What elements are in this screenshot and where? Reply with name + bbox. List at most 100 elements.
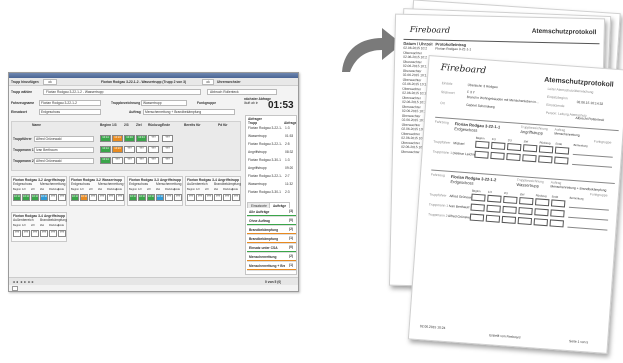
card-time-cell[interactable]: ???: [49, 194, 57, 201]
member-time-cell[interactable]: ???: [162, 135, 173, 142]
section-name: Michael: [453, 141, 465, 146]
member-name-field[interactable]: Alfred Grünewald: [34, 136, 94, 142]
trupp-card[interactable]: Florian Rodgau 3-30-1AngriffstruppErdges…: [127, 176, 183, 206]
card-col-header: Ziel: [40, 188, 45, 191]
filter-item[interactable]: Menschenrettung (2): [247, 254, 296, 262]
member-time-cell[interactable]: 10:14: [100, 157, 111, 164]
filter-item[interactable]: Brandbekämpfung (2): [247, 227, 296, 235]
log-first-entry: Florian Rodgau 3-22-1-1: [435, 46, 472, 52]
abfrage-trupp[interactable]: Wassertrupp: [248, 134, 282, 138]
log-title: Atemschutzprotokoll: [531, 27, 597, 37]
card-time-cell[interactable]: ???: [223, 194, 231, 201]
abfrage-trupp[interactable]: Florian Rodgau 3-30-1: [248, 158, 282, 162]
card-time-cell[interactable]: ???: [214, 194, 222, 201]
ok-button[interactable]: ok: [202, 79, 214, 85]
fahrzeug-field[interactable]: Florian Rodgau 3-22-1-2: [39, 100, 101, 106]
card-time-cell[interactable]: 10:14: [40, 194, 48, 201]
card-time-cell[interactable]: ???: [58, 230, 66, 237]
trupp-card[interactable]: Florian Rodgau 3-22-1-2WassertruppErdges…: [69, 176, 125, 206]
abfragen-col-abfrage: Abfrage: [284, 121, 297, 125]
card-time-cell[interactable]: ???: [31, 230, 39, 237]
member-time-cell[interactable]: ???: [124, 157, 135, 164]
member-time-cell[interactable]: ???: [148, 157, 159, 164]
card-time-cell[interactable]: ???: [58, 194, 66, 201]
trupp-card[interactable]: Florian Rodgau 3-44-1AngriffstruppAußenb…: [185, 176, 241, 206]
card-time-cell[interactable]: ???: [49, 230, 57, 237]
member-time-cell[interactable]: ???: [136, 157, 147, 164]
member-time-cell[interactable]: ???: [136, 146, 147, 153]
card-location: Außenbereich: [13, 218, 34, 222]
card-time-cell[interactable]: ???: [196, 194, 204, 201]
filter-item[interactable]: Ohne Auftrag (0): [247, 218, 296, 226]
filter-count: (2): [288, 227, 293, 231]
card-time-cell[interactable]: 10:14: [129, 194, 137, 201]
filter-item[interactable]: Brandbekämpfung (1): [247, 236, 296, 244]
member-time-cell[interactable]: ???: [148, 146, 159, 153]
tab-auftraege[interactable]: Aufträge: [269, 202, 291, 208]
abfrage-time: 2:3: [285, 190, 290, 194]
member-col-header: Ziel: [136, 123, 142, 127]
pager-controls[interactable]: ◄◄ ◄ ► ►►: [12, 280, 34, 284]
card-time-cell[interactable]: ???: [40, 230, 48, 237]
card-time-cell[interactable]: ???: [174, 194, 182, 201]
card-time-cell[interactable]: 10:14: [80, 194, 88, 201]
card-time-cell[interactable]: ???: [107, 194, 115, 201]
filter-item[interactable]: Menschenrettung + Brandb...(1): [247, 263, 296, 271]
card-time-cell[interactable]: ???: [89, 194, 97, 201]
member-col-header: Pd für: [218, 123, 228, 127]
card-time-cell[interactable]: 10:14: [156, 194, 164, 201]
abfrage-trupp[interactable]: Florian Rodgau 3-22-1-1: [248, 174, 282, 178]
member-time-cell[interactable]: 10:24: [112, 146, 123, 153]
filter-item[interactable]: Einsatz unter CSA (0): [247, 245, 296, 253]
truppbez-field[interactable]: Wassertrupp: [141, 100, 187, 106]
card-location: Erdgeschoss: [71, 182, 91, 186]
member-name-field[interactable]: Alfred Grünewald: [34, 158, 94, 164]
trupp-hinzufuegen-button[interactable]: ok: [43, 79, 57, 85]
section-time-box: [491, 141, 506, 150]
card-time-cell[interactable]: 10:14: [31, 194, 39, 201]
einsatzort-field[interactable]: Erdgeschoss: [39, 109, 101, 115]
trupp-card[interactable]: Florian Rodgau 3-44-2AngriffstruppAußenb…: [11, 212, 67, 242]
member-time-cell[interactable]: ???: [162, 157, 173, 164]
card-time-cell[interactable]: ???: [232, 194, 240, 201]
card-time-cell[interactable]: ???: [205, 194, 213, 201]
abfrage-trupp[interactable]: Florian Rodgau 3-22-1-2: [248, 126, 282, 130]
abfrage-trupp[interactable]: Angriffstrupp: [248, 166, 282, 170]
card-col-header: 2/3: [31, 188, 35, 191]
member-time-cell[interactable]: ???: [162, 146, 173, 153]
member-time-cell[interactable]: 10:14: [100, 135, 111, 142]
member-time-cell[interactable]: 10:14: [100, 146, 111, 153]
abfrage-trupp[interactable]: Wassertrupp: [248, 182, 282, 186]
abfrage-trupp[interactable]: Florian Rodgau 3-22-1-1: [248, 142, 282, 146]
card-time-cell[interactable]: 10:14: [71, 194, 79, 201]
alarm-select[interactable]: Abbruch Rollenteck: [207, 89, 277, 95]
card-time-cell[interactable]: ???: [187, 194, 195, 201]
auftrag-field[interactable]: Menschenrettung + Brandbekämpfung: [143, 109, 235, 115]
card-time-cell[interactable]: 10:14: [13, 194, 21, 201]
card-time-cell[interactable]: 10:14: [22, 194, 30, 201]
member-time-cell[interactable]: 10:44: [136, 135, 147, 142]
filter-item[interactable]: Alle Aufträge (3): [247, 209, 296, 217]
tab-einsatzorte[interactable]: Einsatzorte: [247, 202, 271, 208]
member-time-cell[interactable]: ???: [124, 146, 135, 153]
member-name-field[interactable]: Ivan Berthaum: [34, 147, 94, 153]
abfrage-time: 2:7: [285, 174, 290, 178]
card-time-cell[interactable]: ???: [165, 194, 173, 201]
card-time-cell[interactable]: ???: [13, 230, 21, 237]
card-time-cell[interactable]: ???: [22, 230, 30, 237]
member-role: Truppmann 2: [13, 159, 34, 163]
card-time-cell[interactable]: ???: [98, 194, 106, 201]
card-time-cell[interactable]: 10:14: [147, 194, 155, 201]
card-time-cell[interactable]: 10:14: [138, 194, 146, 201]
section-col-header: Ende: [555, 141, 563, 147]
member-time-cell[interactable]: 10:34: [124, 135, 135, 142]
abfrage-trupp[interactable]: Angriffstrupp: [248, 150, 282, 154]
trupp-select[interactable]: Florian Rodgau 3-22-1-2 - Wassertrupp: [43, 89, 201, 95]
member-time-cell[interactable]: 10:24: [112, 135, 123, 142]
member-time-cell[interactable]: ???: [112, 157, 123, 164]
trupp-card[interactable]: Florian Rodgau 3-22-1-1AngriffstruppErdg…: [11, 176, 67, 206]
member-time-cell[interactable]: ???: [148, 135, 159, 142]
card-time-cell[interactable]: ???: [116, 194, 124, 201]
abfrage-trupp[interactable]: Florian Rodgau 3-30-1: [248, 190, 282, 194]
card-task: Menschenrettung: [156, 182, 182, 186]
